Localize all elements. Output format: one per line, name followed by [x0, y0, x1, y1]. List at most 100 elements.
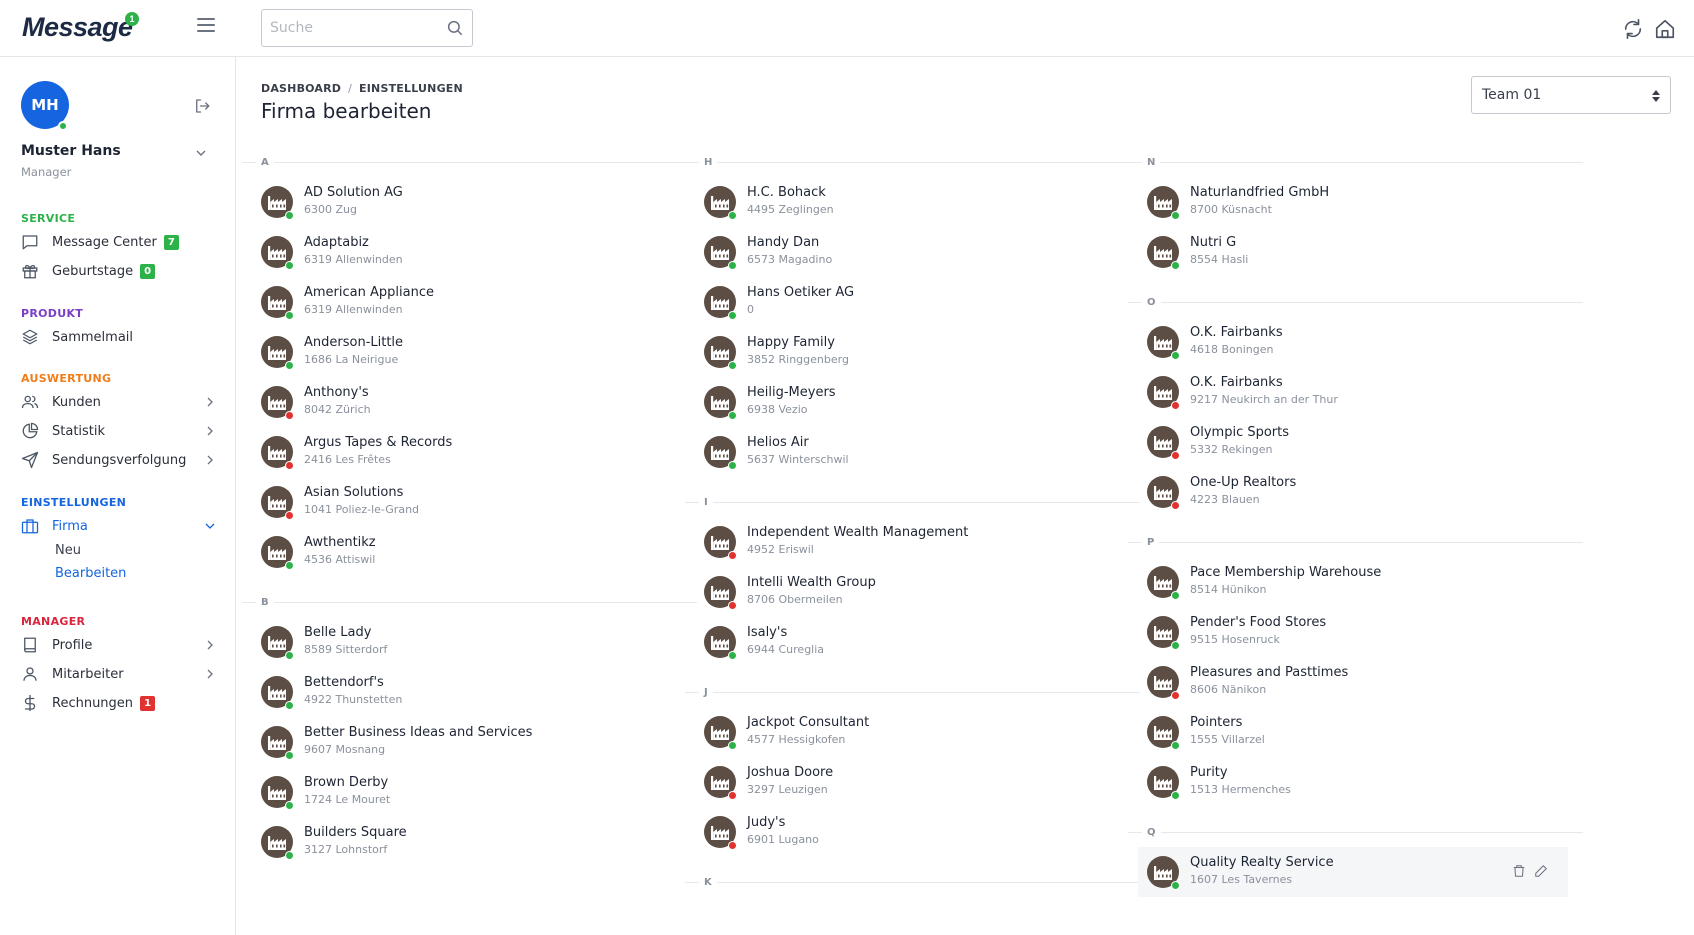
status-dot — [285, 411, 294, 420]
status-dot — [728, 551, 737, 560]
search-input[interactable] — [270, 10, 440, 46]
company-address: 6319 Allenwinden — [304, 303, 403, 316]
company-item[interactable]: Judy's 6901 Lugano — [695, 807, 1125, 857]
layers-icon — [22, 329, 38, 345]
user-name[interactable]: Muster Hans — [21, 143, 121, 159]
sidebar-item-mitarbeiter[interactable]: Mitarbeiter — [21, 662, 217, 686]
letter-group: K — [685, 877, 1140, 890]
company-item[interactable]: Jackpot Consultant 4577 Hessigkofen — [695, 707, 1125, 757]
main-content: DASHBOARD / EINSTELLUNGEN Firma bearbeiten… — [237, 57, 1694, 935]
company-item[interactable]: H.C. Bohack 4495 Zeglingen — [695, 177, 1125, 227]
company-item[interactable]: Heilig-Meyers 6938 Vezio — [695, 377, 1125, 427]
company-item[interactable]: Adaptabiz 6319 Allenwinden — [252, 227, 682, 277]
company-item[interactable]: Hans Oetiker AG 0 — [695, 277, 1125, 327]
sidebar-item-message-center[interactable]: Message Center 7 — [21, 230, 217, 254]
company-item[interactable]: Intelli Wealth Group 8706 Obermeilen — [695, 567, 1125, 617]
company-name: Pender's Food Stores — [1190, 615, 1327, 630]
status-dot — [285, 311, 294, 320]
company-address: 4536 Attiswil — [304, 553, 376, 566]
company-name: Intelli Wealth Group — [747, 575, 876, 590]
company-item[interactable]: Happy Family 3852 Ringgenberg — [695, 327, 1125, 377]
sidebar-subitem-bearbeiten[interactable]: Bearbeiten — [55, 566, 126, 581]
company-item[interactable]: Anthony's 8042 Zürich — [252, 377, 682, 427]
logout-icon[interactable] — [193, 97, 211, 115]
company-item[interactable]: Anderson-Little 1686 La Neirigue — [252, 327, 682, 377]
company-item[interactable]: Purity 1513 Hermenches — [1138, 757, 1568, 807]
team-select[interactable]: Team 01 — [1471, 76, 1671, 114]
chevron-down-icon[interactable] — [195, 147, 207, 159]
edit-icon[interactable] — [1534, 864, 1548, 878]
company-item[interactable]: Handy Dan 6573 Magadino — [695, 227, 1125, 277]
company-item[interactable]: Quality Realty Service 1607 Les Tavernes — [1138, 847, 1568, 897]
company-item[interactable]: Pender's Food Stores 9515 Hosenruck — [1138, 607, 1568, 657]
status-dot — [1171, 211, 1180, 220]
letter-group: Q Quality Realty Service 1607 Les Tavern… — [1128, 827, 1583, 897]
trash-icon[interactable] — [1512, 864, 1526, 878]
menu-icon[interactable] — [197, 18, 215, 32]
company-item[interactable]: Pointers 1555 Villarzel — [1138, 707, 1568, 757]
company-item[interactable]: Awthentikz 4536 Attiswil — [252, 527, 682, 577]
status-dot — [1171, 351, 1180, 360]
letter-group: H H.C. Bohack 4495 Zeglingen Handy Dan 6… — [685, 157, 1140, 477]
company-item[interactable]: Brown Derby 1724 Le Mouret — [252, 767, 682, 817]
company-item[interactable]: AD Solution AG 6300 Zug — [252, 177, 682, 227]
company-item[interactable]: Better Business Ideas and Services 9607 … — [252, 717, 682, 767]
breadcrumb-dashboard[interactable]: DASHBOARD — [261, 82, 341, 95]
company-item[interactable]: Independent Wealth Management 4952 Erisw… — [695, 517, 1125, 567]
sidebar-item-profile[interactable]: Profile — [21, 633, 217, 657]
company-item[interactable]: Olympic Sports 5332 Rekingen — [1138, 417, 1568, 467]
refresh-icon[interactable] — [1622, 18, 1644, 40]
breadcrumb: DASHBOARD / EINSTELLUNGEN — [261, 82, 463, 95]
company-address: 4223 Blauen — [1190, 493, 1260, 506]
company-item[interactable]: Joshua Doore 3297 Leuzigen — [695, 757, 1125, 807]
status-dot — [285, 461, 294, 470]
company-item[interactable]: Helios Air 5637 Winterschwil — [695, 427, 1125, 477]
status-dot — [1171, 261, 1180, 270]
status-dot — [285, 361, 294, 370]
sidebar-item-rechnungen[interactable]: Rechnungen 1 — [21, 691, 217, 715]
sidebar-subitem-neu[interactable]: Neu — [55, 543, 81, 558]
status-dot — [285, 801, 294, 810]
company-item[interactable]: Argus Tapes & Records 2416 Les Frêtes — [252, 427, 682, 477]
company-item[interactable]: Isaly's 6944 Cureglia — [695, 617, 1125, 667]
company-address: 4618 Boningen — [1190, 343, 1274, 356]
company-address: 9607 Mosnang — [304, 743, 386, 756]
company-item[interactable]: Naturlandfried GmbH 8700 Küsnacht — [1138, 177, 1568, 227]
sidebar-item-sendungsverfolgung[interactable]: Sendungsverfolgung — [21, 448, 217, 472]
status-dot — [1171, 501, 1180, 510]
sidebar-item-geburtstage[interactable]: Geburtstage 0 — [21, 259, 217, 283]
page-title: Firma bearbeiten — [261, 99, 432, 123]
company-item[interactable]: Bettendorf's 4922 Thunstetten — [252, 667, 682, 717]
section-auswertung: AUSWERTUNG — [21, 372, 112, 385]
company-item[interactable]: Asian Solutions 1041 Poliez-le-Grand — [252, 477, 682, 527]
company-address: 5332 Rekingen — [1190, 443, 1273, 456]
section-produkt: PRODUKT — [21, 307, 84, 320]
company-item[interactable]: Pace Membership Warehouse 8514 Hünikon — [1138, 557, 1568, 607]
company-address: 8514 Hünikon — [1190, 583, 1267, 596]
company-item[interactable]: American Appliance 6319 Allenwinden — [252, 277, 682, 327]
company-address: 0 — [747, 303, 754, 316]
chevron-down-icon — [205, 523, 215, 529]
sidebar-item-kunden[interactable]: Kunden — [21, 390, 217, 414]
company-name: Pace Membership Warehouse — [1190, 565, 1382, 580]
company-item[interactable]: O.K. Fairbanks 4618 Boningen — [1138, 317, 1568, 367]
sidebar-item-label: Sammelmail — [52, 329, 134, 345]
chevron-right-icon — [207, 640, 213, 650]
company-item[interactable]: Builders Square 3127 Lohnstorf — [252, 817, 682, 867]
company-item[interactable]: One-Up Realtors 4223 Blauen — [1138, 467, 1568, 517]
company-item[interactable]: Nutri G 8554 Hasli — [1138, 227, 1568, 277]
status-dot — [1171, 791, 1180, 800]
company-item[interactable]: Belle Lady 8589 Sitterdorf — [252, 617, 682, 667]
company-item[interactable]: O.K. Fairbanks 9217 Neukirch an der Thur — [1138, 367, 1568, 417]
sidebar-item-sammelmail[interactable]: Sammelmail — [21, 325, 217, 349]
breadcrumb-einstellungen[interactable]: EINSTELLUNGEN — [359, 82, 463, 95]
app-logo[interactable]: Message — [22, 12, 133, 43]
company-name: H.C. Bohack — [747, 185, 826, 200]
company-item[interactable]: Pleasures and Pasttimes 8606 Nänikon — [1138, 657, 1568, 707]
search-icon[interactable] — [446, 19, 464, 37]
sidebar-item-firma[interactable]: Firma — [21, 514, 217, 538]
home-icon[interactable] — [1654, 18, 1676, 40]
letter-divider: H — [685, 157, 1140, 170]
sidebar-item-statistik[interactable]: Statistik — [21, 419, 217, 443]
group-letter: B — [256, 597, 274, 608]
